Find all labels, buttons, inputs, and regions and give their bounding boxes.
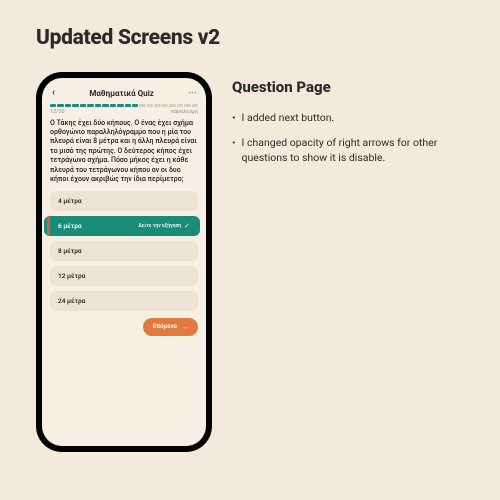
progress-segment (125, 104, 131, 107)
back-icon[interactable]: ‹ (52, 88, 55, 98)
answer-option-label: 24 μέτρα (58, 297, 85, 305)
next-button[interactable]: Επόμενο → (143, 318, 198, 336)
progress-segment (162, 104, 168, 107)
progress-counter-row: 12/20 παραλειψη (50, 109, 198, 115)
quiz-header: ‹ Μαθηματικά Quiz ⋯ (50, 86, 198, 102)
notes-column: Question Page •I added next button.•I ch… (232, 72, 482, 452)
progress-segment (80, 104, 86, 107)
progress-segment (184, 104, 190, 107)
note-bullet: • I added next button. (232, 110, 482, 125)
arrow-right-icon: → (181, 323, 188, 331)
answer-option-label: 4 μέτρα (58, 197, 82, 205)
progress-segment (87, 104, 93, 107)
progress-segment (57, 104, 63, 107)
answer-option[interactable]: 8 μέτρα (50, 241, 198, 261)
progress-segment (72, 104, 78, 107)
progress-segment (110, 104, 116, 107)
note-text: I changed opacity of right arrows for ot… (242, 135, 482, 165)
skip-link[interactable]: παραλειψη (171, 109, 198, 115)
section-title: Question Page (232, 78, 482, 96)
progress-segment (102, 104, 108, 107)
note-text: I added next button. (242, 110, 335, 125)
check-icon: ✓ (184, 222, 190, 230)
progress-bar (50, 104, 198, 107)
answer-option[interactable]: 12 μέτρα (50, 266, 198, 286)
answer-option-label: 12 μέτρα (58, 272, 85, 280)
answer-option-label: 6 μέτρα (58, 222, 82, 230)
menu-icon[interactable]: ⋯ (188, 88, 196, 98)
content-row: ‹ Μαθηματικά Quiz ⋯ 12/20 παραλειψη Ο Τά… (0, 50, 500, 452)
progress-segment (139, 104, 145, 107)
bullet-icon: • (232, 135, 236, 165)
progress-segment (65, 104, 71, 107)
note-bullet: •I changed opacity of right arrows for o… (232, 135, 482, 165)
answer-option-label: 8 μέτρα (58, 247, 82, 255)
progress-segment (154, 104, 160, 107)
progress-segment (147, 104, 153, 107)
explanation-link[interactable]: Δείτε την εξήγηση✓ (138, 222, 190, 230)
progress-segment (177, 104, 183, 107)
progress-segment (50, 104, 56, 107)
phone-frame: ‹ Μαθηματικά Quiz ⋯ 12/20 παραλειψη Ο Τά… (36, 72, 212, 452)
progress-segment (95, 104, 101, 107)
options-list: 4 μέτρα 6 μέτρα Δείτε την εξήγηση✓ 8 μέτρα 1… (50, 191, 198, 311)
progress-segment (117, 104, 123, 107)
progress-segment (169, 104, 175, 107)
bullet-icon: • (232, 110, 236, 125)
answer-option[interactable]: 24 μέτρα (50, 291, 198, 311)
quiz-title: Μαθηματικά Quiz (89, 89, 153, 98)
progress-counter: 12/20 (50, 109, 65, 115)
answer-option[interactable]: 6 μέτρα Δείτε την εξήγηση✓ (44, 216, 200, 236)
progress-segment (192, 104, 198, 107)
answer-option[interactable]: 4 μέτρα (50, 191, 198, 211)
phone-screen: ‹ Μαθηματικά Quiz ⋯ 12/20 παραλειψη Ο Τά… (42, 78, 206, 446)
next-button-label: Επόμενο (153, 323, 177, 330)
question-text: Ο Τάκης έχει δύο κήπους. Ο ένας έχει σχή… (50, 119, 198, 185)
page-title: Updated Screens v2 (0, 0, 500, 50)
progress-segment (132, 104, 138, 107)
